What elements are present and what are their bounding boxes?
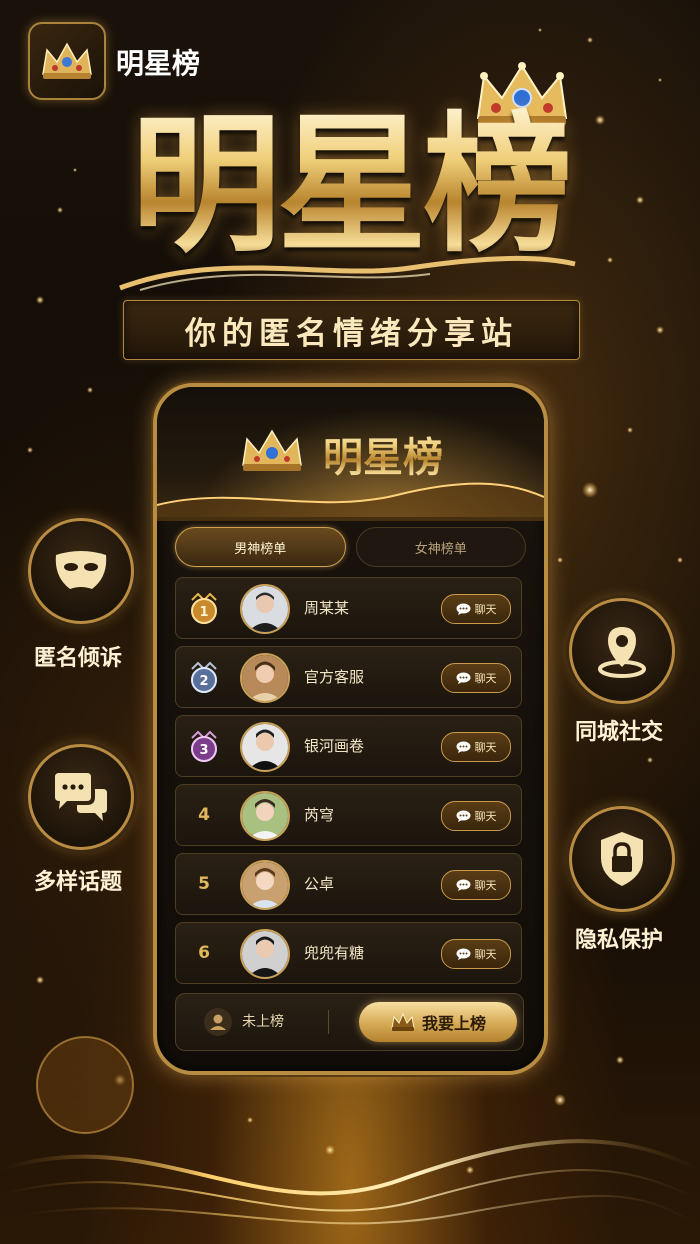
rank-number: 4 xyxy=(198,805,210,825)
phone-crown-icon xyxy=(242,429,302,471)
silver-medal-icon: 2 xyxy=(191,661,217,693)
chat-label: 聊天 xyxy=(474,603,497,616)
divider xyxy=(328,1010,329,1034)
tab-male-ranking[interactable]: 男神榜单 xyxy=(175,527,346,567)
chat-button[interactable]: 聊天 xyxy=(441,594,511,624)
avatar[interactable] xyxy=(240,860,290,910)
hero-title: 明星榜 xyxy=(110,100,590,270)
svg-text:1: 1 xyxy=(199,605,208,620)
crown-icon xyxy=(391,1012,415,1031)
chat-button[interactable]: 聊天 xyxy=(441,870,511,900)
user-name: 官方客服 xyxy=(304,668,365,686)
tab-female-ranking[interactable]: 女神榜单 xyxy=(355,527,526,567)
ranking-list: 1 周某某 聊天 2 官方客服 聊天 3 银河画卷 聊天 4 芮穹 聊天 5 公… xyxy=(175,577,522,991)
chat-icon xyxy=(456,879,470,891)
chat-bubbles-icon xyxy=(55,773,107,821)
phone-gold-wave xyxy=(157,482,544,521)
avatar[interactable] xyxy=(240,653,290,703)
avatar[interactable] xyxy=(240,584,290,634)
phone-banner: 明星榜 xyxy=(157,387,544,521)
chat-button[interactable]: 聊天 xyxy=(441,939,511,969)
rank-number: 6 xyxy=(198,943,210,963)
feature-topics-button[interactable] xyxy=(28,744,134,850)
gold-medal-icon: 1 xyxy=(191,592,217,624)
ranking-row[interactable]: 6 兜兜有糖 聊天 xyxy=(175,922,522,984)
chat-icon xyxy=(456,741,470,753)
mask-icon xyxy=(55,551,107,589)
feature-anonymous-button[interactable] xyxy=(28,518,134,624)
bronze-medal-icon: 3 xyxy=(191,730,217,762)
user-name: 周某某 xyxy=(304,599,350,617)
chat-icon xyxy=(456,672,470,684)
chat-label: 聊天 xyxy=(474,672,497,685)
avatar[interactable] xyxy=(240,722,290,772)
join-ranking-button[interactable]: 我要上榜 xyxy=(359,1002,517,1042)
ranking-row[interactable]: 4 芮穹 聊天 xyxy=(175,784,522,846)
avatar[interactable] xyxy=(240,929,290,979)
svg-text:3: 3 xyxy=(199,743,208,758)
ranking-row[interactable]: 3 银河画卷 聊天 xyxy=(175,715,522,777)
phone-mockup: 明星榜 男神榜单 女神榜单 1 周某某 聊天 2 官方客服 聊天 3 银河画卷 … xyxy=(153,383,548,1075)
feature-topics-label: 多样话题 xyxy=(33,870,122,895)
bottom-bar: 未上榜 我要上榜 xyxy=(175,993,524,1051)
feature-local-social-label: 同城社交 xyxy=(574,720,663,745)
chat-icon xyxy=(456,603,470,615)
ranking-row[interactable]: 2 官方客服 聊天 xyxy=(175,646,522,708)
location-pin-icon xyxy=(598,627,646,678)
title-swoosh xyxy=(119,255,576,291)
crown-icon xyxy=(42,42,92,79)
chat-button[interactable]: 聊天 xyxy=(441,801,511,831)
user-name: 银河画卷 xyxy=(304,737,365,755)
chat-icon xyxy=(456,948,470,960)
feature-privacy-button[interactable] xyxy=(569,806,675,912)
svg-text:2: 2 xyxy=(199,674,208,689)
chat-label: 聊天 xyxy=(474,810,497,823)
user-name: 公卓 xyxy=(304,875,335,893)
feature-anonymous-label: 匿名倾诉 xyxy=(33,646,122,671)
ranking-row[interactable]: 5 公卓 聊天 xyxy=(175,853,522,915)
ranking-row[interactable]: 1 周某某 聊天 xyxy=(175,577,522,639)
ranking-tabs: 男神榜单 女神榜单 xyxy=(175,527,526,567)
feature-privacy-label: 隐私保护 xyxy=(574,928,663,953)
app-logo xyxy=(28,22,106,100)
subtitle-text: 你的匿名情绪分享站 xyxy=(185,315,518,352)
app-name: 明星榜 xyxy=(116,47,201,80)
avatar[interactable] xyxy=(240,791,290,841)
chat-label: 聊天 xyxy=(474,741,497,754)
feature-local-social-button[interactable] xyxy=(569,598,675,704)
ranking-status: 未上榜 xyxy=(242,1014,284,1030)
chat-label: 聊天 xyxy=(474,879,497,892)
rank-number: 5 xyxy=(198,874,210,894)
subtitle-banner: 你的匿名情绪分享站 xyxy=(123,300,580,360)
chat-button[interactable]: 聊天 xyxy=(441,663,511,693)
join-ranking-label: 我要上榜 xyxy=(421,1014,486,1033)
user-icon xyxy=(204,1008,232,1036)
chat-button[interactable]: 聊天 xyxy=(441,732,511,762)
user-name: 兜兜有糖 xyxy=(304,944,365,962)
chat-label: 聊天 xyxy=(474,948,497,961)
chat-icon xyxy=(456,810,470,822)
user-name: 芮穹 xyxy=(304,806,335,824)
lock-shield-icon xyxy=(601,832,643,886)
